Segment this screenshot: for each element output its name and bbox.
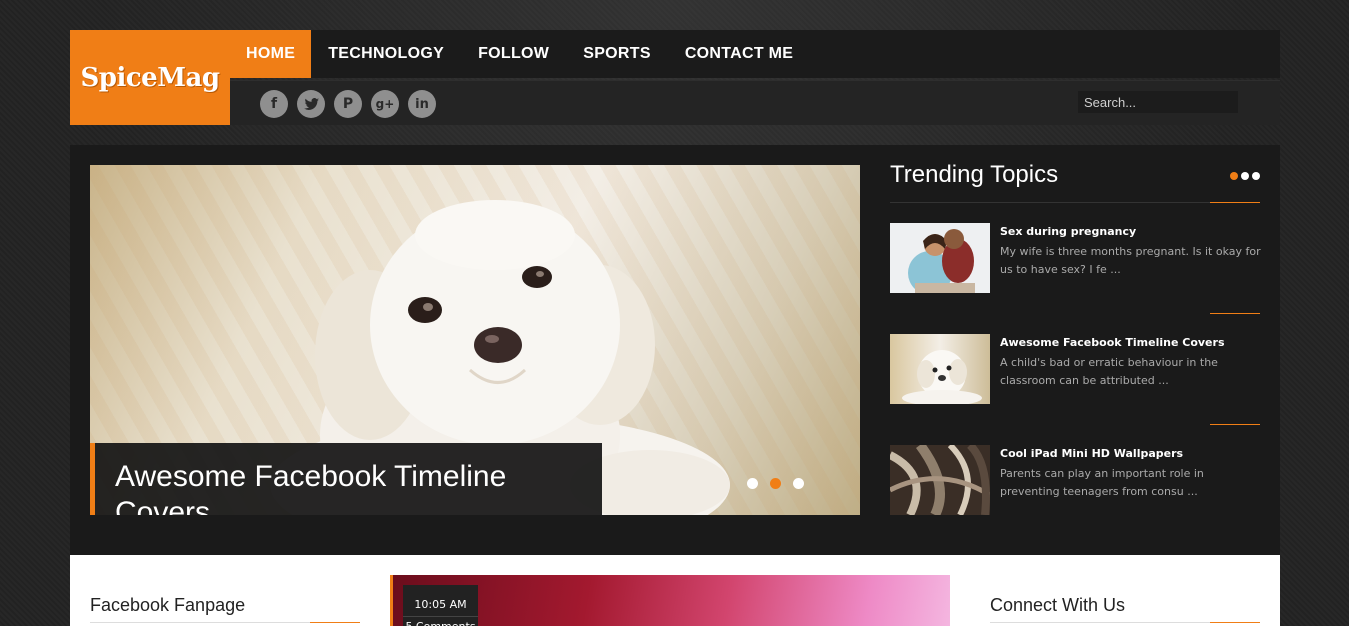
connect-with-us-title: Connect With Us <box>990 595 1126 615</box>
facebook-icon[interactable]: f <box>260 90 288 118</box>
trending-topics: Trending Topics Sex during pregnancy My … <box>890 157 1261 515</box>
trending-thumb <box>890 223 990 293</box>
trending-item[interactable]: Awesome Facebook Timeline Covers A child… <box>890 334 1260 404</box>
post-comments[interactable]: 5 Comments <box>403 616 478 626</box>
facebook-fanpage-title: Facebook Fanpage <box>90 595 246 615</box>
slider-caption-text: Awesome Facebook Timeline Covers <box>115 460 507 515</box>
pager-dot[interactable] <box>1241 172 1249 180</box>
trending-item[interactable]: Cool iPad Mini HD Wallpapers Parents can… <box>890 445 1260 515</box>
featured-post-image[interactable]: 10:05 AM 5 Comments <box>390 575 950 626</box>
slider-caption[interactable]: Awesome Facebook Timeline Covers <box>90 443 602 515</box>
slider-dot[interactable] <box>793 478 804 489</box>
trending-item-title[interactable]: Sex during pregnancy <box>1000 225 1262 238</box>
trending-thumb <box>890 334 990 404</box>
twitter-icon[interactable] <box>297 90 325 118</box>
trending-item[interactable]: Sex during pregnancy My wife is three mo… <box>890 223 1262 293</box>
nav-item-contact-me[interactable]: CONTACT ME <box>668 30 810 78</box>
nav-item-follow[interactable]: FOLLOW <box>461 30 566 78</box>
trending-thumb <box>890 445 990 515</box>
post-time: 10:05 AM <box>414 598 467 611</box>
linkedin-icon[interactable]: in <box>408 90 436 118</box>
nav-item-technology[interactable]: TECHNOLOGY <box>311 30 461 78</box>
post-meta: 10:05 AM 5 Comments <box>403 585 478 626</box>
site-logo[interactable]: SpiceMag <box>70 30 230 125</box>
slider-dots <box>747 478 804 489</box>
pinterest-icon[interactable]: P <box>334 90 362 118</box>
trending-item-excerpt: My wife is three months pregnant. Is it … <box>1000 245 1261 276</box>
trending-item-excerpt: A child's bad or erratic behaviour in th… <box>1000 356 1218 387</box>
search-input[interactable] <box>1078 91 1238 113</box>
trending-item-title[interactable]: Awesome Facebook Timeline Covers <box>1000 336 1262 349</box>
featured-slider[interactable]: Awesome Facebook Timeline Covers <box>90 165 860 515</box>
social-links: f P g+ in <box>260 90 436 118</box>
pager-dot-active[interactable] <box>1230 172 1238 180</box>
trending-pager <box>1230 172 1260 180</box>
main-nav: HOME TECHNOLOGY FOLLOW SPORTS CONTACT ME <box>230 30 1280 78</box>
nav-item-sports[interactable]: SPORTS <box>566 30 668 78</box>
trending-item-title[interactable]: Cool iPad Mini HD Wallpapers <box>1000 447 1262 460</box>
google-plus-icon[interactable]: g+ <box>371 90 399 118</box>
logo-text: SpiceMag <box>80 62 220 93</box>
sub-bar: f P g+ in <box>230 80 1280 125</box>
site-header: SpiceMag HOME TECHNOLOGY FOLLOW SPORTS C… <box>70 30 1280 125</box>
trending-title: Trending Topics <box>890 161 1059 188</box>
nav-item-home[interactable]: HOME <box>230 30 312 78</box>
content-area: Facebook Fanpage 10:05 AM 5 Comments Con… <box>70 555 1280 626</box>
featured-panel: Awesome Facebook Timeline Covers Trendin… <box>70 145 1280 555</box>
slider-dot[interactable] <box>747 478 758 489</box>
slider-dot-active[interactable] <box>770 478 781 489</box>
pager-dot[interactable] <box>1252 172 1260 180</box>
trending-item-excerpt: Parents can play an important role in pr… <box>1000 467 1204 498</box>
trending-header: Trending Topics <box>890 157 1260 203</box>
